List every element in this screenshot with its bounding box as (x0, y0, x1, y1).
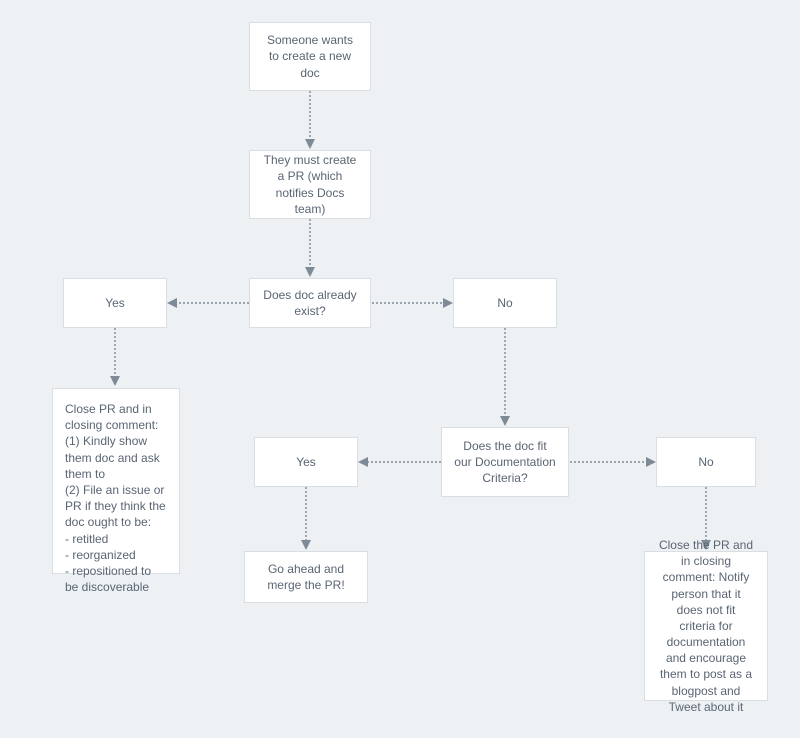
node-merge-pr: Go ahead and merge the PR! (244, 551, 368, 603)
node-no-exists: No (453, 278, 557, 328)
node-close-pr-no-criteria: Close the PR and in closing comment: Not… (644, 551, 768, 701)
node-yes-criteria: Yes (254, 437, 358, 487)
node-fits-criteria: Does the doc fit our Documentation Crite… (441, 427, 569, 497)
node-start: Someone wants to create a new doc (249, 22, 371, 91)
node-create-pr: They must create a PR (which notifies Do… (249, 150, 371, 219)
flowchart-canvas: Someone wants to create a new doc They m… (0, 0, 800, 738)
node-yes-exists: Yes (63, 278, 167, 328)
node-doc-exists: Does doc already exist? (249, 278, 371, 328)
node-close-pr-existing: Close PR and in closing comment: (1) Kin… (52, 388, 180, 574)
node-no-criteria: No (656, 437, 756, 487)
